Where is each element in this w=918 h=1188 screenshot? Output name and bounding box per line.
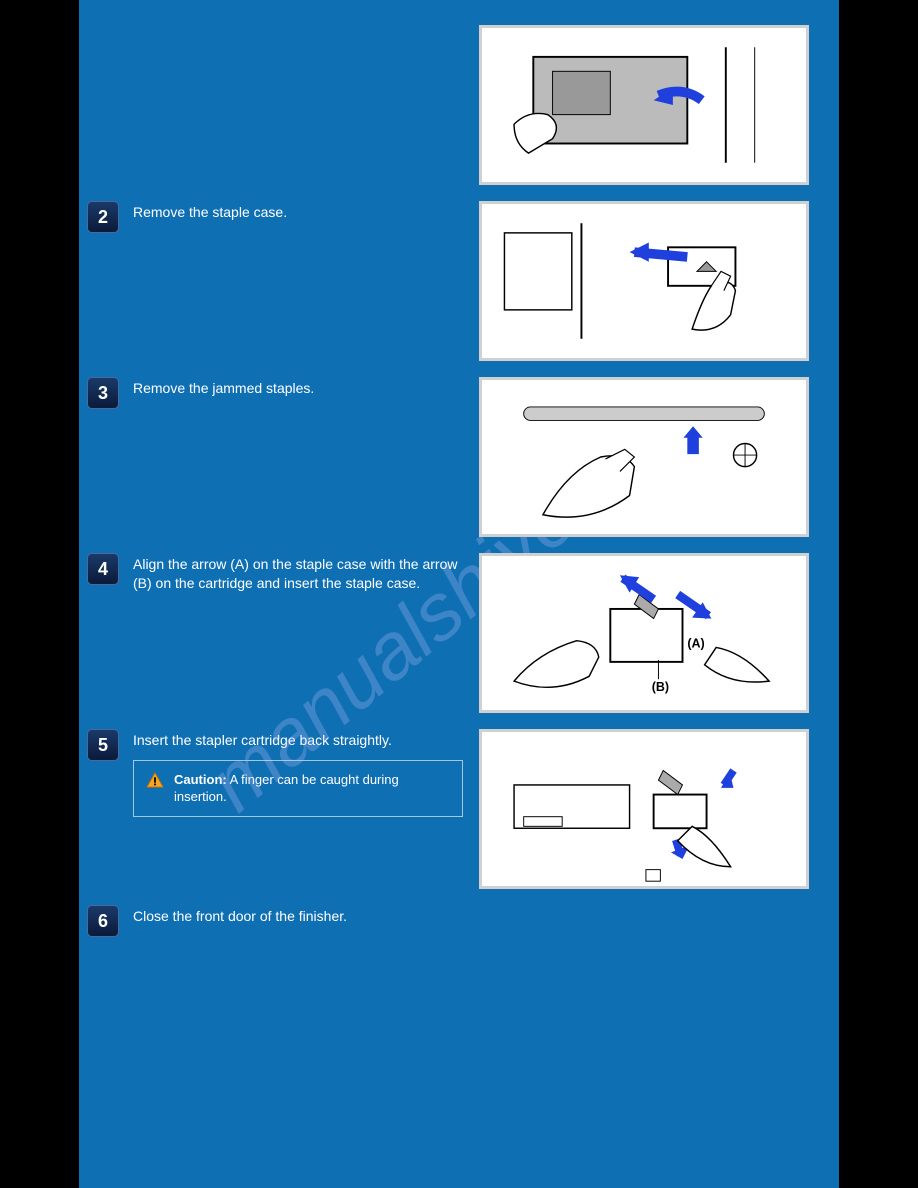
step-image-2 xyxy=(479,201,809,361)
svg-text:(B): (B) xyxy=(652,680,669,694)
step-row-6: 6 Close the front door of the finisher. xyxy=(79,897,839,945)
step-row-4: 4 Align the arrow (A) on the staple case… xyxy=(79,545,839,721)
step-image-3 xyxy=(479,377,809,537)
svg-text:(A): (A) xyxy=(687,636,704,650)
step-text-4: Align the arrow (A) on the staple case w… xyxy=(133,553,465,593)
step-number-2: 2 xyxy=(87,201,119,233)
step-row-2: 2 Remove the staple case. xyxy=(79,193,839,369)
step-number-6: 6 xyxy=(87,905,119,937)
step-number-4: 4 xyxy=(87,553,119,585)
manual-page: manualshive.com 2 Remove the staple case… xyxy=(79,0,839,1188)
step-text-2: Remove the staple case. xyxy=(133,201,465,222)
step-row-5: 5 Insert the stapler cartridge back stra… xyxy=(79,721,839,897)
step-row-3: 3 Remove the jammed staples. xyxy=(79,369,839,545)
step-image-5 xyxy=(479,729,809,889)
caution-title: Caution: xyxy=(174,772,227,787)
step-image-1 xyxy=(479,25,809,185)
step-number-5: 5 xyxy=(87,729,119,761)
step-text-6: Close the front door of the finisher. xyxy=(133,905,809,926)
step-image-4: (A) (B) xyxy=(479,553,809,713)
step-text-5: Insert the stapler cartridge back straig… xyxy=(133,729,465,817)
caution-box: Caution: A finger can be caught during i… xyxy=(133,760,463,817)
step-text-3: Remove the jammed staples. xyxy=(133,377,465,398)
warning-icon xyxy=(146,772,164,788)
caution-text: Caution: A finger can be caught during i… xyxy=(174,771,450,806)
step-number-3: 3 xyxy=(87,377,119,409)
step-row-top xyxy=(79,0,839,193)
step-5-instruction: Insert the stapler cartridge back straig… xyxy=(133,732,392,748)
